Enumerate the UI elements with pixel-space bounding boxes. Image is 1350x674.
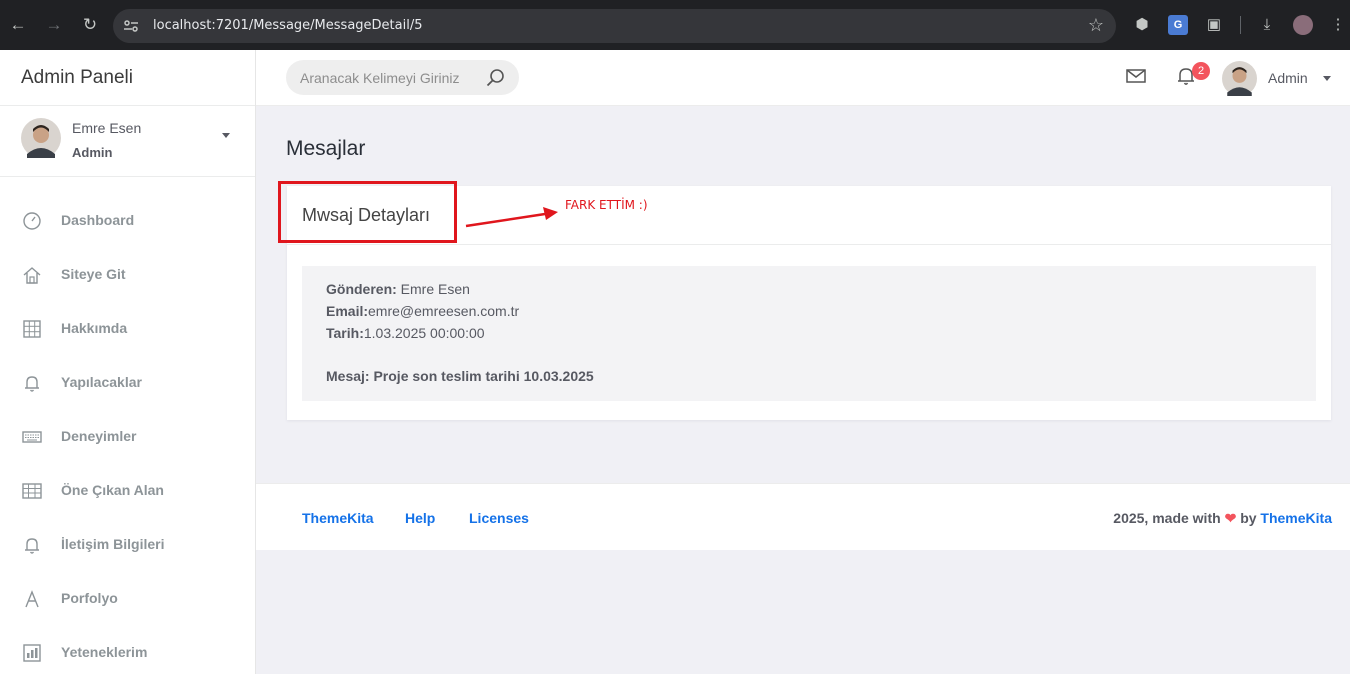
extensions-puzzle-icon[interactable]: ▣ — [1204, 15, 1224, 35]
sidebar-user-role: Admin — [72, 145, 113, 160]
annotation-highlight-box — [278, 181, 457, 243]
home-icon — [23, 267, 41, 284]
sidebar-item-hakkimda[interactable]: Hakkımda — [0, 302, 255, 356]
caret-down-icon[interactable] — [222, 133, 230, 138]
date-value: 1.03.2025 00:00:00 — [363, 325, 485, 341]
sidebar-item-label: Porfolyo — [61, 590, 118, 606]
sidebar-item-label: Siteye Git — [61, 266, 126, 282]
reload-icon[interactable]: ↻ — [78, 13, 102, 37]
sender-row: Gönderen: Emre Esen — [326, 281, 470, 297]
translate-icon[interactable]: G — [1168, 15, 1188, 35]
message-row: Mesaj: Proje son teslim tarihi 10.03.202… — [326, 368, 594, 384]
sidebar: Admin Paneli Emre Esen Admin Dashboard S… — [0, 50, 256, 674]
table-icon — [22, 483, 42, 499]
browser-menu-icon[interactable]: ⋮ — [1328, 15, 1348, 35]
avatar[interactable] — [1222, 61, 1257, 96]
email-row: Email:emre@emreesen.com.tr — [326, 303, 519, 319]
mail-icon[interactable] — [1126, 68, 1146, 84]
extension-shield-icon[interactable]: ⬢ — [1132, 15, 1152, 35]
sidebar-item-iletisim-bilgileri[interactable]: İletişim Bilgileri — [0, 518, 255, 572]
download-icon[interactable]: ⤓ — [1257, 15, 1277, 35]
topbar-user-name[interactable]: Admin — [1268, 70, 1308, 86]
annotation-arrow-icon — [465, 207, 558, 228]
forward-arrow-icon[interactable]: → — [42, 13, 66, 37]
sidebar-item-label: Hakkımda — [61, 320, 128, 336]
sidebar-item-yapilacaklar[interactable]: Yapılacaklar — [0, 356, 255, 410]
sidebar-item-porfolyo[interactable]: Porfolyo — [0, 572, 255, 626]
sender-label: Gönderen: — [326, 281, 397, 297]
url-text[interactable]: localhost:7201/Message/MessageDetail/5 — [153, 18, 422, 33]
footer-link-licenses[interactable]: Licenses — [469, 510, 529, 526]
sidebar-user-name: Emre Esen — [72, 120, 142, 136]
copyright-brand-link[interactable]: ThemeKita — [1260, 510, 1332, 526]
bell-icon — [25, 376, 39, 392]
gauge-icon — [23, 212, 41, 230]
search-icon[interactable] — [486, 68, 505, 87]
bell-icon — [25, 538, 39, 554]
date-label: Tarih: — [326, 325, 364, 341]
footer: ThemeKita Help Licenses 2025, made with … — [256, 483, 1350, 550]
site-settings-icon[interactable] — [123, 18, 139, 34]
notification-badge: 2 — [1192, 62, 1210, 80]
bookmark-star-icon[interactable]: ☆ — [1088, 15, 1104, 36]
grid-icon — [23, 320, 41, 338]
address-bar[interactable]: localhost:7201/Message/MessageDetail/5 ☆ — [113, 9, 1116, 43]
sidebar-item-dashboard[interactable]: Dashboard — [0, 194, 255, 248]
message-label: Mesaj: — [326, 368, 370, 384]
sidebar-menu: Dashboard Siteye Git Hakkımda Yapılacakl… — [0, 177, 255, 674]
back-arrow-icon[interactable]: ← — [6, 13, 30, 37]
letter-a-icon — [25, 590, 39, 608]
date-row: Tarih:1.03.2025 00:00:00 — [326, 325, 485, 341]
sidebar-item-deneyimler[interactable]: Deneyimler — [0, 410, 255, 464]
email-value: emre@emreesen.com.tr — [368, 303, 520, 319]
footer-link-help[interactable]: Help — [405, 510, 435, 526]
copyright: 2025, made with ❤ by ThemeKita — [1113, 510, 1332, 527]
page-title: Mesajlar — [286, 137, 366, 160]
copyright-by: by — [1240, 510, 1257, 526]
sidebar-item-label: İletişim Bilgileri — [61, 536, 165, 552]
sidebar-item-label: Öne Çıkan Alan — [61, 482, 164, 498]
keyboard-icon — [22, 431, 42, 443]
brand-title[interactable]: Admin Paneli — [0, 50, 255, 106]
annotation-text: FARK ETTİM :) — [565, 198, 648, 212]
caret-down-icon[interactable] — [1323, 76, 1331, 81]
search-input[interactable] — [286, 60, 481, 95]
sidebar-item-siteye-git[interactable]: Siteye Git — [0, 248, 255, 302]
sidebar-item-label: Dashboard — [61, 212, 135, 228]
search-box — [286, 60, 519, 95]
message-detail-box: Gönderen: Emre Esen Email:emre@emreesen.… — [302, 266, 1316, 401]
sidebar-item-label: Deneyimler — [61, 428, 137, 444]
message-body: Proje son teslim tarihi 10.03.2025 — [373, 368, 594, 384]
sidebar-item-label: Yapılacaklar — [61, 374, 142, 390]
chart-icon — [23, 644, 41, 662]
sender-value: Emre Esen — [400, 281, 470, 297]
sidebar-item-yeteneklerim[interactable]: Yeteneklerim — [0, 626, 255, 674]
email-label: Email: — [326, 303, 369, 319]
toolbar-divider — [1240, 16, 1241, 34]
sidebar-user[interactable]: Emre Esen Admin — [0, 106, 255, 177]
sidebar-item-one-cikan-alan[interactable]: Öne Çıkan Alan — [0, 464, 255, 518]
heart-icon: ❤ — [1224, 510, 1237, 526]
copyright-prefix: 2025, made with — [1113, 510, 1221, 526]
sidebar-item-label: Yeteneklerim — [61, 644, 148, 660]
top-navbar: 2 Admin — [256, 50, 1350, 106]
avatar — [21, 118, 61, 158]
browser-toolbar: ← → ↻ localhost:7201/Message/MessageDeta… — [0, 0, 1350, 50]
profile-avatar[interactable] — [1293, 15, 1313, 35]
footer-link-themekita[interactable]: ThemeKita — [302, 510, 374, 526]
